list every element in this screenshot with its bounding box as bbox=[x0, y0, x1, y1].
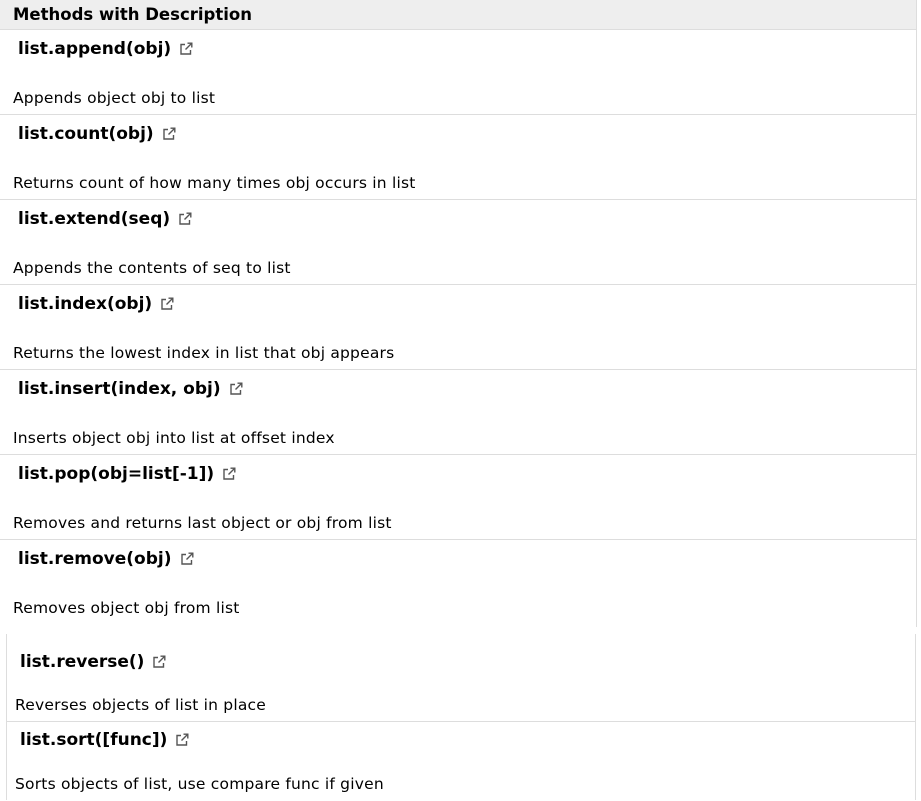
methods-table: Methods with Description list.append(obj… bbox=[0, 0, 917, 627]
external-link-icon[interactable] bbox=[222, 467, 236, 481]
method-link[interactable]: list.remove(obj) bbox=[18, 548, 194, 570]
method-link[interactable]: list.append(obj) bbox=[18, 38, 193, 60]
method-name[interactable]: list.reverse() bbox=[20, 651, 144, 673]
method-name[interactable]: list.pop(obj=list[-1]) bbox=[18, 463, 214, 485]
external-link-icon[interactable] bbox=[160, 297, 174, 311]
method-link[interactable]: list.count(obj) bbox=[18, 123, 176, 145]
method-link[interactable]: list.insert(index, obj) bbox=[18, 378, 243, 400]
external-link-icon[interactable] bbox=[162, 127, 176, 141]
table-row: list.remove(obj) Removes object obj from… bbox=[0, 540, 916, 625]
method-description: Sorts objects of list, use compare func … bbox=[15, 775, 384, 793]
method-description: Appends object obj to list bbox=[13, 89, 216, 107]
external-link-icon[interactable] bbox=[178, 212, 192, 226]
method-description: Removes object obj from list bbox=[13, 599, 240, 617]
method-link[interactable]: list.extend(seq) bbox=[18, 208, 192, 230]
method-name[interactable]: list.extend(seq) bbox=[18, 208, 170, 230]
external-link-icon[interactable] bbox=[180, 552, 194, 566]
method-description: Reverses objects of list in place bbox=[15, 696, 266, 714]
table-row: list.index(obj) Returns the lowest index… bbox=[0, 285, 916, 370]
method-name[interactable]: list.append(obj) bbox=[18, 38, 171, 60]
table-row: list.insert(index, obj) Inserts object o… bbox=[0, 370, 916, 455]
method-description: Returns count of how many times obj occu… bbox=[13, 174, 416, 192]
external-link-icon[interactable] bbox=[152, 655, 166, 669]
table-row: list.append(obj) Appends object obj to l… bbox=[0, 30, 916, 115]
method-name[interactable]: list.count(obj) bbox=[18, 123, 154, 145]
external-link-icon[interactable] bbox=[175, 733, 189, 747]
table-row: list.extend(seq) Appends the contents of… bbox=[0, 200, 916, 285]
table-row: list.pop(obj=list[-1]) Removes and retur… bbox=[0, 455, 916, 540]
table-row: list.count(obj) Returns count of how man… bbox=[0, 115, 916, 200]
method-description: Returns the lowest index in list that ob… bbox=[13, 344, 395, 362]
methods-table-continued: list.reverse() Reverses objects of list … bbox=[6, 634, 916, 800]
table-row: list.sort([func]) Sorts objects of list,… bbox=[7, 722, 915, 800]
table-row: list.reverse() Reverses objects of list … bbox=[7, 634, 915, 722]
method-link[interactable]: list.index(obj) bbox=[18, 293, 174, 315]
method-link[interactable]: list.sort([func]) bbox=[20, 729, 189, 751]
method-name[interactable]: list.insert(index, obj) bbox=[18, 378, 221, 400]
external-link-icon[interactable] bbox=[179, 42, 193, 56]
method-name[interactable]: list.remove(obj) bbox=[18, 548, 172, 570]
method-description: Removes and returns last object or obj f… bbox=[13, 514, 392, 532]
table-header: Methods with Description bbox=[0, 0, 916, 30]
method-name[interactable]: list.index(obj) bbox=[18, 293, 152, 315]
external-link-icon[interactable] bbox=[229, 382, 243, 396]
method-description: Inserts object obj into list at offset i… bbox=[13, 429, 335, 447]
method-description: Appends the contents of seq to list bbox=[13, 259, 291, 277]
method-link[interactable]: list.pop(obj=list[-1]) bbox=[18, 463, 236, 485]
method-link[interactable]: list.reverse() bbox=[20, 651, 166, 673]
method-name[interactable]: list.sort([func]) bbox=[20, 729, 167, 751]
